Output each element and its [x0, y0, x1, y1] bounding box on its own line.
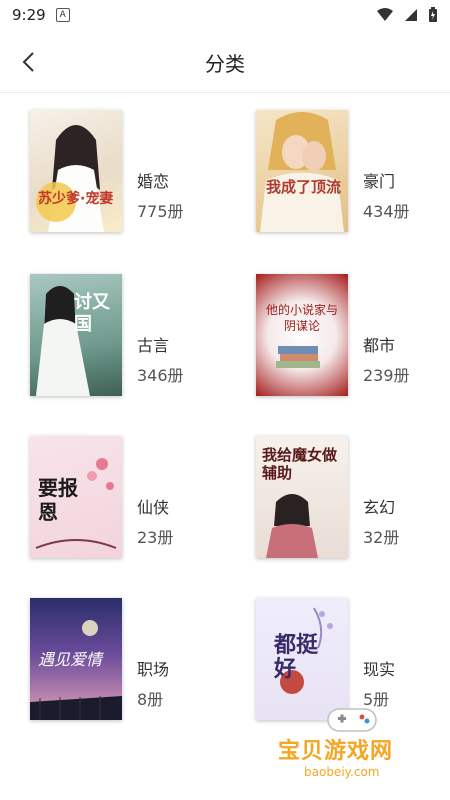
category-count: 32册 — [363, 528, 400, 547]
category-name: 现实 — [363, 660, 396, 679]
category-name: 都市 — [363, 336, 396, 355]
book-cover-zhichang: 遇见爱情 — [30, 598, 122, 720]
book-cover-xuanhuan: 我给魔女做辅助 — [256, 436, 348, 558]
wifi-icon — [377, 8, 393, 21]
category-count: 434册 — [363, 202, 410, 221]
cover-title: 他的小说家与阴谋论 — [265, 303, 338, 333]
signal-icon — [405, 9, 417, 21]
cover-title: 苏少爹·宠妻 — [38, 191, 114, 207]
category-count: 775册 — [137, 202, 184, 221]
cover-art — [276, 346, 320, 368]
category-name: 仙侠 — [137, 498, 170, 517]
site-watermark: 宝贝游戏网 baobeiy.com — [270, 705, 440, 795]
category-zhichang[interactable]: 遇见爱情 职场 8册 — [30, 598, 230, 728]
category-haomen[interactable]: 我成了顶流 豪门 434册 — [256, 110, 450, 240]
category-name: 古言 — [137, 336, 170, 355]
status-time: 9:29 — [12, 6, 46, 24]
cover-title: 要报恩 — [38, 476, 78, 524]
status-bar: 9:29 A — [0, 0, 450, 30]
category-name: 婚恋 — [137, 172, 170, 191]
category-name: 职场 — [137, 660, 170, 679]
category-count: 23册 — [137, 528, 174, 547]
cover-title: 我给魔女做辅助 — [262, 446, 338, 482]
category-count: 346册 — [137, 366, 184, 385]
watermark-title: 宝贝游戏网 — [278, 739, 394, 764]
category-dushi[interactable]: 他的小说家与阴谋论 都市 239册 — [256, 274, 450, 404]
cover-art — [260, 112, 344, 232]
book-cover-xianxia: 要报恩 — [30, 436, 122, 558]
cover-title: 讨又国 — [74, 292, 110, 335]
cover-title: 都挺好 — [274, 633, 319, 682]
category-xianxia[interactable]: 要报恩 仙侠 23册 — [30, 436, 230, 566]
top-bar: 分类 — [0, 30, 450, 93]
book-cover-dushi: 他的小说家与阴谋论 — [256, 274, 348, 396]
cover-title: 我成了顶流 — [266, 178, 342, 196]
gamepad-icon — [327, 708, 377, 732]
category-xuanhuan[interactable]: 我给魔女做辅助 玄幻 32册 — [256, 436, 450, 566]
notification-a-icon: A — [55, 8, 70, 22]
book-cover-xianshi: 都挺好 — [256, 598, 348, 720]
battery-icon — [429, 7, 437, 22]
book-cover-hunlian: 苏少爹·宠妻 — [30, 110, 122, 232]
book-cover-haomen: 我成了顶流 — [256, 110, 348, 232]
category-name: 玄幻 — [363, 498, 396, 517]
category-name: 豪门 — [363, 172, 396, 191]
cover-art — [36, 125, 104, 232]
category-count: 239册 — [363, 366, 410, 385]
watermark-domain: baobeiy.com — [304, 765, 380, 779]
cover-title: 遇见爱情 — [38, 650, 103, 669]
category-count: 8册 — [137, 690, 164, 709]
category-guyan[interactable]: 讨又国 古言 346册 — [30, 274, 230, 404]
category-hunlian[interactable]: 苏少爹·宠妻 婚恋 775册 — [30, 110, 230, 240]
book-cover-guyan: 讨又国 — [30, 274, 122, 396]
page-title: 分类 — [205, 52, 245, 76]
